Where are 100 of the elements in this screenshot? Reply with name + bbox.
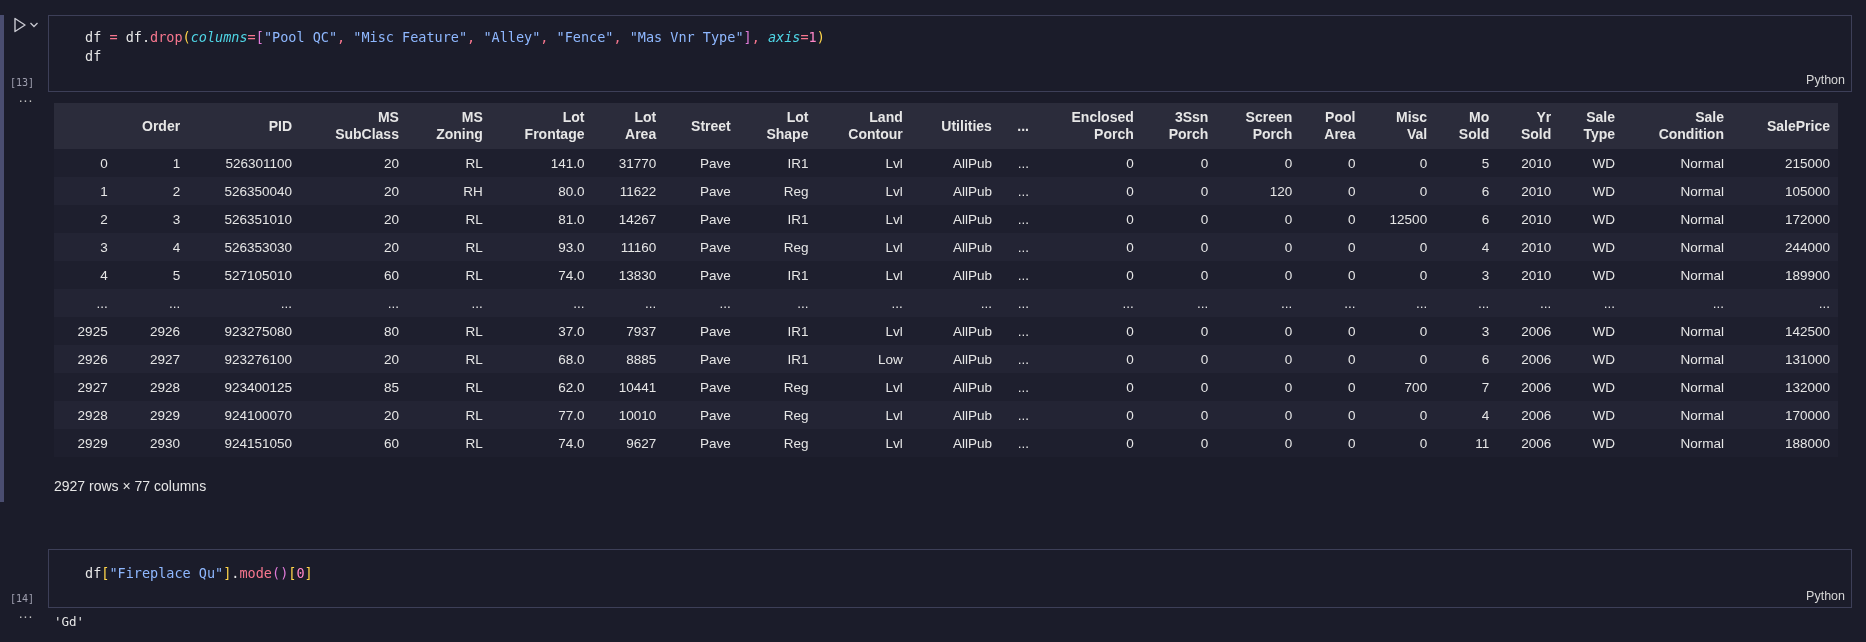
table-cell: 20 — [300, 401, 407, 429]
column-header: Utilities — [910, 103, 1000, 149]
table-cell: ... — [1559, 289, 1624, 317]
table-cell: ... — [1036, 289, 1142, 317]
table-cell: 5 — [1435, 149, 1498, 177]
table-cell: 1 — [54, 177, 116, 205]
table-cell: Normal — [1623, 401, 1732, 429]
table-cell: 2926 — [54, 345, 116, 373]
table-cell: 0 — [1036, 177, 1142, 205]
table-cell: 0 — [1216, 317, 1301, 345]
table-cell: 2930 — [115, 429, 189, 457]
table-cell: 0 — [1036, 401, 1142, 429]
table-cell: AllPub — [910, 373, 1000, 401]
table-cell: 20 — [300, 149, 407, 177]
table-cell: 170000 — [1731, 401, 1838, 429]
table-cell: WD — [1559, 149, 1624, 177]
table-cell: 141.0 — [490, 149, 593, 177]
table-cell: 5 — [115, 261, 189, 289]
table-cell: 12500 — [1363, 205, 1436, 233]
table-cell: 2928 — [54, 401, 116, 429]
table-cell: AllPub — [910, 149, 1000, 177]
table-cell: 0 — [1363, 429, 1436, 457]
run-icon[interactable] — [13, 17, 27, 33]
table-cell: 924100070 — [188, 401, 301, 429]
table-cell: ... — [1363, 289, 1436, 317]
table-cell: 2928 — [115, 373, 189, 401]
column-header: Lot Shape — [738, 103, 817, 149]
execution-count: [13] — [10, 77, 35, 88]
table-cell: 8885 — [592, 345, 665, 373]
table-cell: AllPub — [910, 177, 1000, 205]
table-cell: Normal — [1623, 261, 1732, 289]
table-cell: 0 — [1216, 261, 1301, 289]
table-cell: RL — [406, 261, 491, 289]
table-cell: ... — [300, 289, 407, 317]
table-cell: Normal — [1623, 205, 1732, 233]
table-cell: 0 — [1300, 345, 1364, 373]
table-cell: ... — [999, 233, 1037, 261]
table-cell: 74.0 — [490, 261, 593, 289]
table-cell: Normal — [1623, 149, 1732, 177]
table-cell: 2010 — [1497, 205, 1560, 233]
code-cell[interactable]: df = df.drop(columns=["Pool QC", "Misc Feature", "Alley", "Fence", "Mas Vnr Type"], axis=1) df Python — [48, 15, 1852, 92]
table-cell: 7937 — [592, 317, 665, 345]
table-cell: 244000 — [1731, 233, 1838, 261]
table-cell: 4 — [54, 261, 116, 289]
table-cell: 0 — [1036, 345, 1142, 373]
table-cell: WD — [1559, 345, 1624, 373]
code-line: df["Fireplace Qu"].mode()[0] — [85, 564, 313, 583]
table-cell: 0 — [1141, 373, 1217, 401]
table-cell: Lvl — [816, 429, 911, 457]
table-cell: 20 — [300, 345, 407, 373]
table-cell: 923276100 — [188, 345, 301, 373]
table-cell: WD — [1559, 261, 1624, 289]
table-cell: Lvl — [816, 261, 911, 289]
table-cell: 0 — [54, 149, 116, 177]
table-cell: 188000 — [1731, 429, 1838, 457]
table-cell: Lvl — [816, 177, 911, 205]
table-cell: ... — [999, 261, 1037, 289]
table-cell: Pave — [664, 149, 739, 177]
output-menu[interactable]: ... — [4, 608, 48, 629]
table-cell: ... — [738, 289, 817, 317]
output-menu[interactable]: ... — [4, 92, 48, 494]
table-cell: 0 — [1036, 233, 1142, 261]
table-cell: 120 — [1216, 177, 1301, 205]
table-cell: RL — [406, 345, 491, 373]
code-cell[interactable]: df["Fireplace Qu"].mode()[0] Python — [48, 549, 1852, 608]
table-cell: 2006 — [1497, 345, 1560, 373]
table-cell: ... — [999, 205, 1037, 233]
table-cell: 80.0 — [490, 177, 593, 205]
table-cell: 11622 — [592, 177, 665, 205]
column-header: Yr Sold — [1497, 103, 1560, 149]
table-cell: 0 — [1300, 317, 1364, 345]
language-label[interactable]: Python — [1806, 73, 1845, 87]
table-cell: 526351010 — [188, 205, 301, 233]
table-cell: 0 — [1363, 345, 1436, 373]
table-cell: 700 — [1363, 373, 1436, 401]
table-cell: 13830 — [592, 261, 665, 289]
chevron-down-icon[interactable] — [29, 21, 39, 29]
table-cell: AllPub — [910, 345, 1000, 373]
table-cell: 0 — [1141, 177, 1217, 205]
table-cell: 0 — [1141, 401, 1217, 429]
table-cell: IR1 — [738, 149, 817, 177]
table-cell: 0 — [1300, 261, 1364, 289]
table-cell: 4 — [115, 233, 189, 261]
table-cell: 0 — [1141, 429, 1217, 457]
table-cell: AllPub — [910, 205, 1000, 233]
table-cell: ... — [664, 289, 739, 317]
table-cell: 2926 — [115, 317, 189, 345]
table-cell: 11 — [1435, 429, 1498, 457]
table-cell: Reg — [738, 373, 817, 401]
table-cell: 0 — [1300, 149, 1364, 177]
table-cell: Pave — [664, 261, 739, 289]
column-header: Lot Frontage — [490, 103, 593, 149]
table-cell: Pave — [664, 233, 739, 261]
table-cell: Lvl — [816, 149, 911, 177]
table-cell: Pave — [664, 401, 739, 429]
table-cell: IR1 — [738, 317, 817, 345]
table-cell: 2927 — [115, 345, 189, 373]
column-header: Street — [664, 103, 739, 149]
table-cell: ... — [999, 401, 1037, 429]
language-label[interactable]: Python — [1806, 589, 1845, 603]
